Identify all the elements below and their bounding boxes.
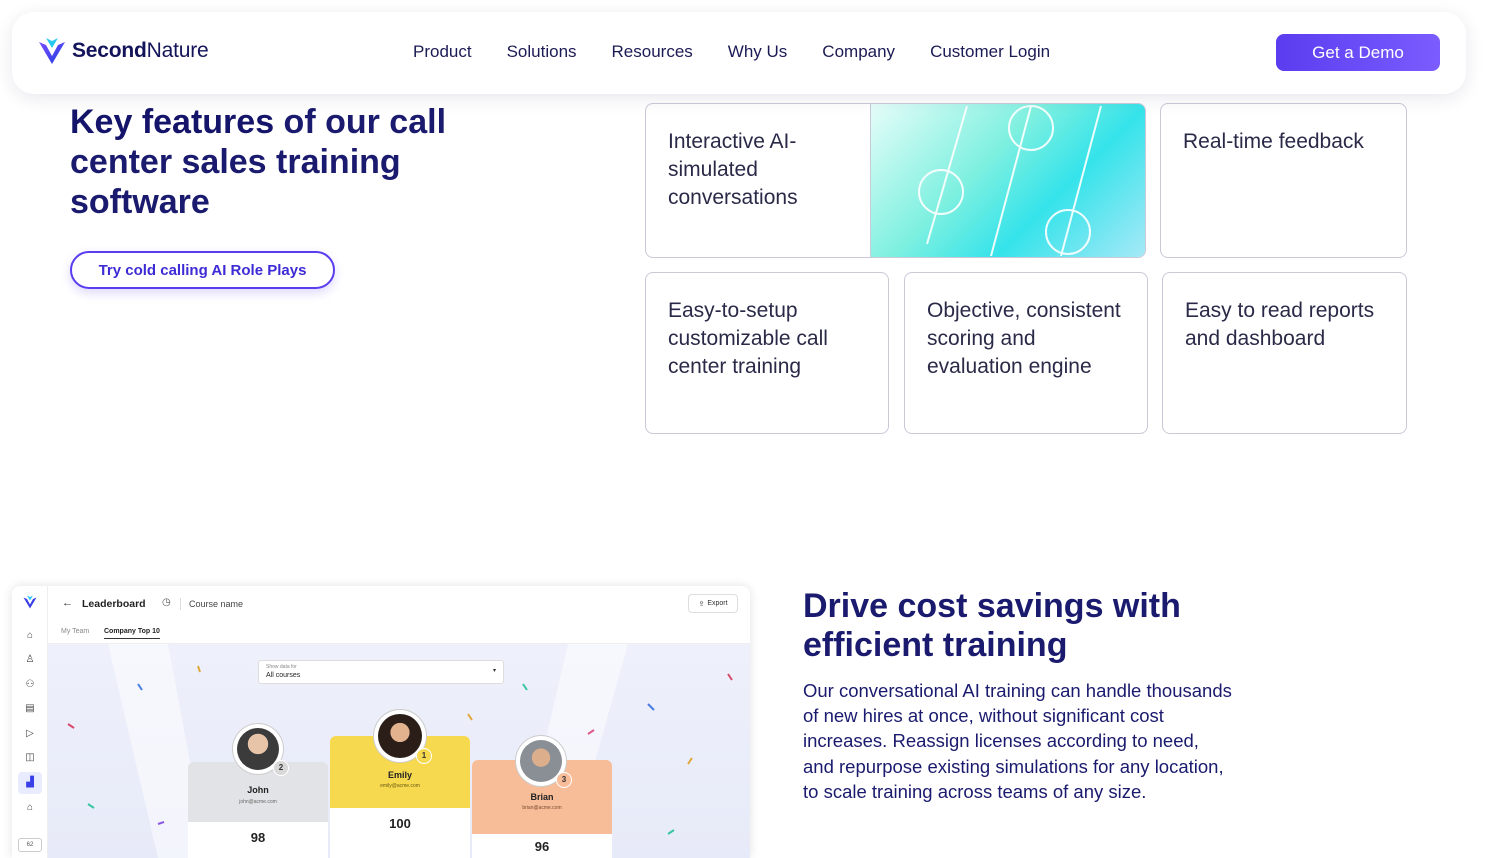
podium-name: John	[247, 785, 269, 795]
app-header: ← Leaderboard ◷ Course name ⇪ Export	[48, 586, 750, 626]
podium-email: brian@acme.com	[522, 805, 562, 811]
feature-card-setup: Easy-to-setup customizable call center t…	[645, 272, 889, 434]
export-button[interactable]: ⇪ Export	[688, 594, 738, 613]
podium-score-box: 96	[472, 834, 612, 858]
export-icon: ⇪	[698, 600, 705, 608]
podium-stage: Show data for All courses ▾ John john@ac…	[48, 644, 750, 858]
feature-card-text: Interactive AI-simulated conversations	[668, 130, 798, 209]
podium-name: Emily	[387, 770, 412, 780]
app-title: Leaderboard	[82, 598, 146, 610]
feature-card-feedback: Real-time feedback	[1160, 103, 1407, 258]
brand-logo[interactable]: SecondNature	[38, 36, 209, 66]
export-label: Export	[707, 600, 728, 607]
feature-card-text: Easy to read reports and dashboard	[1185, 299, 1375, 350]
count-badge: 62	[18, 838, 42, 852]
brand-name: SecondNature	[72, 39, 209, 62]
tab-company-top-10[interactable]: Company Top 10	[104, 628, 160, 639]
nav-link-product[interactable]: Product	[413, 42, 472, 62]
top-nav: SecondNature Product Solutions Resources…	[12, 12, 1466, 94]
filter-label: Show data for	[266, 664, 297, 670]
feature-card-text: Objective, consistent scoring and evalua…	[927, 299, 1121, 378]
features-heading: Key features of our call center sales tr…	[70, 103, 447, 221]
book-icon[interactable]: ◫	[24, 752, 36, 764]
clock-icon: ◷	[162, 597, 171, 608]
user-icon[interactable]: ♙	[24, 654, 36, 666]
podium-score: 100	[389, 816, 411, 831]
divider	[180, 598, 181, 610]
app-sidebar: ⌂ ♙ ⚇ ▤ ▷ ◫ ▟ ⌂ 62	[12, 586, 48, 858]
slider-art-icon	[918, 105, 1102, 257]
avatar: 3	[516, 736, 572, 788]
chevron-down-icon: ▾	[492, 668, 496, 674]
rank-badge: 2	[273, 760, 289, 776]
avatar: 2	[233, 724, 289, 776]
rank-badge: 1	[416, 748, 432, 764]
get-demo-button[interactable]: Get a Demo	[1276, 34, 1440, 71]
podium-score: 98	[250, 830, 266, 845]
nav-link-why-us[interactable]: Why Us	[728, 42, 788, 62]
nav-link-company[interactable]: Company	[822, 42, 895, 62]
course-name: Course name	[189, 599, 244, 609]
building-icon[interactable]: ⌂	[24, 802, 36, 814]
feature-card-text: Easy-to-setup customizable call center t…	[668, 299, 828, 378]
nav-link-resources[interactable]: Resources	[612, 42, 693, 62]
feature-card-interactive: Interactive AI-simulated conversations	[645, 103, 1146, 258]
podium-email: john@acme.com	[239, 799, 277, 805]
back-arrow-icon[interactable]: ←	[62, 597, 73, 609]
nav-link-solutions[interactable]: Solutions	[507, 42, 577, 62]
podium-name: Brian	[530, 792, 554, 802]
podium-email: emily@acme.com	[380, 783, 420, 789]
podium-score-box: 98	[188, 822, 328, 858]
logo-mark-icon	[39, 38, 65, 64]
chart-icon[interactable]: ▟	[24, 777, 36, 789]
feature-card-text: Real-time feedback	[1183, 130, 1364, 153]
home-icon[interactable]: ⌂	[24, 630, 36, 642]
cost-savings-body: Our conversational AI training can handl…	[803, 680, 1232, 802]
logo-mark-icon	[23, 595, 37, 609]
play-icon[interactable]: ▷	[24, 728, 36, 740]
rank-badge: 3	[556, 772, 572, 788]
team-icon[interactable]: ⚇	[24, 679, 36, 691]
try-ai-roleplays-button[interactable]: Try cold calling AI Role Plays	[70, 251, 335, 289]
leaderboard-app-preview: ⌂ ♙ ⚇ ▤ ▷ ◫ ▟ ⌂ 62 ← Leaderboard ◷ Cours…	[12, 586, 750, 858]
app-tabs: My Team Company Top 10	[48, 626, 750, 644]
feature-card-reports: Easy to read reports and dashboard	[1162, 272, 1407, 434]
feature-card-scoring: Objective, consistent scoring and evalua…	[904, 272, 1148, 434]
nav-link-customer-login[interactable]: Customer Login	[930, 42, 1050, 62]
tab-my-team[interactable]: My Team	[61, 628, 89, 635]
course-filter-select[interactable]: Show data for All courses ▾	[258, 660, 504, 684]
library-icon[interactable]: ▤	[24, 703, 36, 715]
filter-value: All courses	[266, 672, 301, 679]
nav-links: Product Solutions Resources Why Us Compa…	[413, 42, 1085, 62]
avatar: 1	[374, 710, 432, 764]
feature-illustration	[870, 104, 1145, 257]
podium-score: 96	[534, 839, 550, 854]
cost-savings-heading: Drive cost savings with efficient traini…	[803, 587, 1181, 664]
podium-score-box: 100	[330, 808, 470, 858]
